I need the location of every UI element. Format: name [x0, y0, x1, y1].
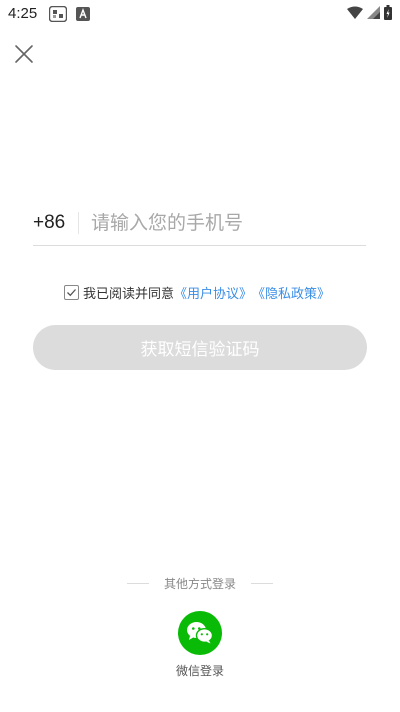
country-code[interactable]: +86	[33, 212, 78, 234]
signal-icon	[367, 6, 380, 19]
other-login-divider: 其他方式登录	[127, 575, 273, 592]
app-notification-icon	[49, 6, 67, 22]
wechat-login-label: 微信登录	[175, 664, 224, 678]
close-button[interactable]	[12, 42, 36, 66]
translate-notification-icon	[76, 7, 90, 21]
other-login-title: 其他方式登录	[163, 577, 236, 591]
divider-line-right	[250, 583, 273, 584]
agree-text: 我已阅读并同意	[83, 287, 175, 302]
status-bar: 4:25	[0, 0, 400, 28]
check-icon	[67, 289, 76, 297]
divider-line-left	[127, 583, 149, 584]
agree-checkbox[interactable]	[64, 285, 79, 300]
wechat-login-button[interactable]	[178, 611, 222, 655]
wechat-icon	[187, 622, 214, 644]
status-right-icons	[347, 5, 392, 20]
agreement-row: 我已阅读并同意 《用户协议》 《隐私政策》	[64, 283, 330, 302]
wifi-icon	[347, 6, 363, 19]
phone-input[interactable]	[91, 211, 366, 234]
user-agreement-link[interactable]: 《用户协议》	[174, 283, 252, 302]
get-sms-code-button[interactable]: 获取短信验证码	[33, 325, 367, 370]
country-code-divider	[78, 211, 79, 234]
phone-input-row: +86	[33, 200, 366, 246]
close-icon	[15, 45, 33, 63]
privacy-policy-link[interactable]: 《隐私政策》	[252, 283, 330, 302]
status-time: 4:25	[8, 5, 38, 22]
battery-icon	[384, 5, 392, 20]
